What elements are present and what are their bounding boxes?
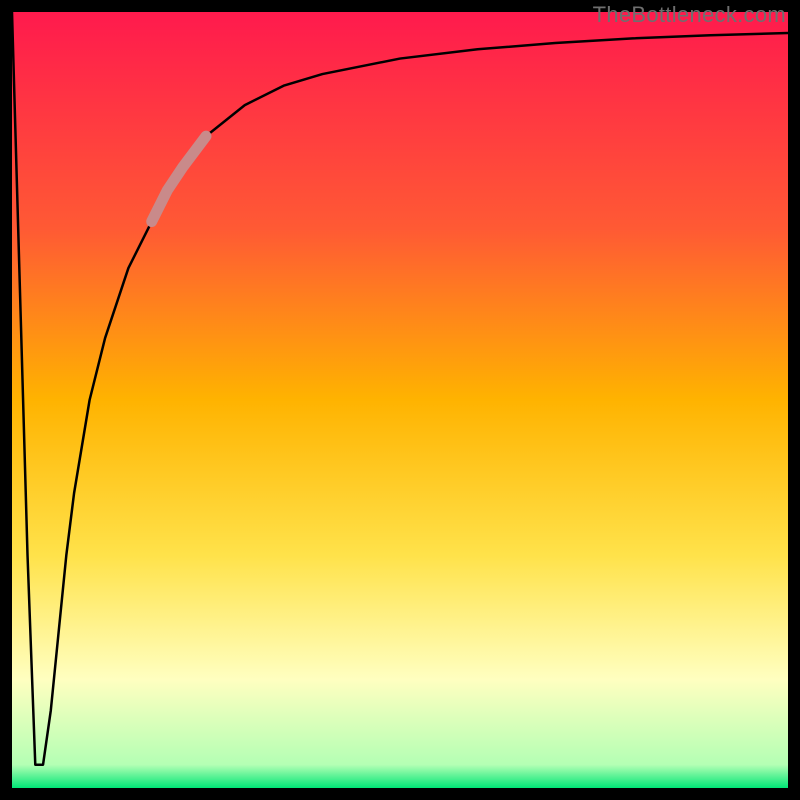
chart-frame: TheBottleneck.com (0, 0, 800, 800)
curve-layer (12, 12, 788, 788)
curve-highlight-segment (152, 136, 206, 221)
bottleneck-curve (12, 12, 788, 765)
plot-area (12, 12, 788, 788)
